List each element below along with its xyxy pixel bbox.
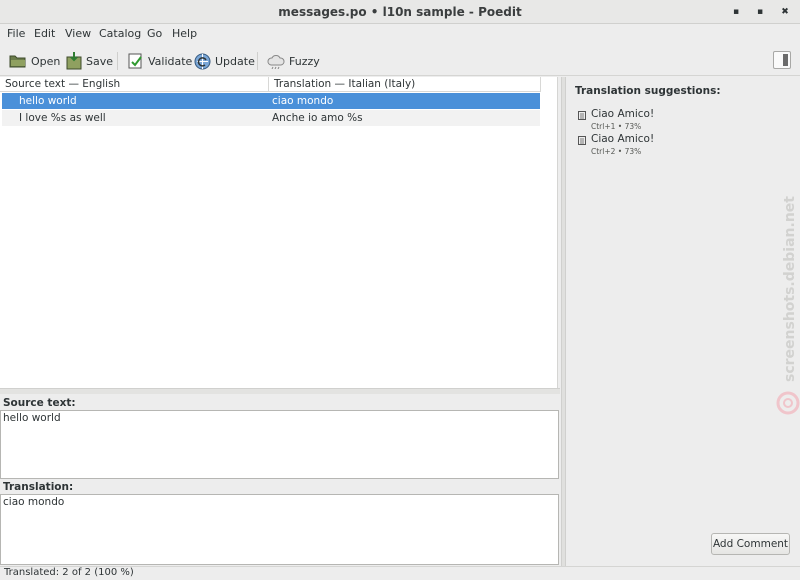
- suggestions-heading: Translation suggestions:: [575, 85, 721, 97]
- fuzzy-button[interactable]: Fuzzy: [267, 50, 320, 72]
- maximize-button[interactable]: ▪: [753, 5, 767, 19]
- save-button[interactable]: Save: [66, 50, 113, 72]
- window-title: messages.po • l10n sample - Poedit: [278, 5, 522, 19]
- source-text-box[interactable]: hello world: [0, 410, 559, 479]
- column-divider: [540, 77, 541, 92]
- fuzzy-cloud-icon: [267, 55, 285, 69]
- debian-swirl-icon: [776, 391, 800, 415]
- status-text: Translated: 2 of 2 (100 %): [4, 567, 134, 578]
- watermark-text: screenshots.debian.net: [782, 196, 798, 382]
- validate-label: Validate: [148, 54, 193, 68]
- open-folder-icon: [9, 55, 26, 68]
- validate-button[interactable]: Validate: [128, 50, 192, 72]
- add-comment-button[interactable]: Add Comment: [711, 533, 790, 555]
- row-translation: Anche io amo %s: [272, 112, 363, 124]
- validate-icon: [128, 53, 142, 69]
- toolbar-separator: [117, 52, 118, 70]
- column-divider[interactable]: [268, 77, 269, 92]
- suggestions-sidebar: Translation suggestions: Ciao Amico! Ctr…: [566, 77, 800, 566]
- save-icon: [66, 52, 82, 70]
- toolbar-separator: [257, 52, 258, 70]
- translation-memory-icon: [578, 136, 586, 145]
- entries-list: Source text — English Translation — Ital…: [0, 77, 558, 388]
- suggestion-text: Ciao Amico!: [591, 133, 655, 145]
- save-label: Save: [86, 54, 114, 68]
- translation-memory-icon: [578, 111, 586, 120]
- column-translation[interactable]: Translation — Italian (Italy): [274, 78, 415, 90]
- translation-input[interactable]: ciao mondo: [0, 494, 559, 565]
- menu-help[interactable]: Help: [172, 27, 197, 40]
- table-row[interactable]: I love %s as well Anche io amo %s: [2, 110, 540, 126]
- update-button[interactable]: Update: [194, 50, 255, 72]
- column-source[interactable]: Source text — English: [5, 78, 120, 90]
- sidebar-toggle-button[interactable]: [773, 51, 791, 69]
- status-bar: Translated: 2 of 2 (100 %): [0, 566, 800, 580]
- title-bar: messages.po • l10n sample - Poedit ▪ ▪ ✖: [0, 0, 800, 24]
- suggestion-meta: Ctrl+2 • 73%: [591, 147, 642, 156]
- table-row[interactable]: hello world ciao mondo: [2, 93, 540, 109]
- sidebar-pane-icon: [783, 54, 788, 66]
- update-label: Update: [215, 54, 255, 68]
- menu-view[interactable]: View: [65, 27, 91, 40]
- menu-file[interactable]: File: [7, 27, 25, 40]
- update-globe-icon: [194, 53, 211, 69]
- toolbar: Open Save Validate Update Fuzzy: [0, 44, 800, 76]
- minimize-button[interactable]: ▪: [729, 5, 743, 19]
- menu-catalog[interactable]: Catalog: [99, 27, 141, 40]
- menu-edit[interactable]: Edit: [34, 27, 55, 40]
- open-label: Open: [31, 54, 61, 68]
- row-source: hello world: [19, 95, 77, 107]
- suggestion-text: Ciao Amico!: [591, 108, 655, 120]
- row-source: I love %s as well: [19, 112, 106, 124]
- watermark: screenshots.debian.net: [773, 175, 800, 415]
- open-button[interactable]: Open: [9, 50, 60, 72]
- suggestion-meta: Ctrl+1 • 73%: [591, 122, 642, 131]
- row-translation: ciao mondo: [272, 95, 334, 107]
- list-header: Source text — English Translation — Ital…: [0, 77, 541, 92]
- fuzzy-label: Fuzzy: [289, 54, 320, 68]
- menu-go[interactable]: Go: [147, 27, 162, 40]
- source-text-label: Source text:: [3, 397, 76, 409]
- close-button[interactable]: ✖: [778, 5, 792, 19]
- pane-splitter[interactable]: [0, 388, 560, 394]
- translation-label: Translation:: [3, 481, 74, 493]
- menu-bar: File Edit View Catalog Go Help: [0, 24, 800, 44]
